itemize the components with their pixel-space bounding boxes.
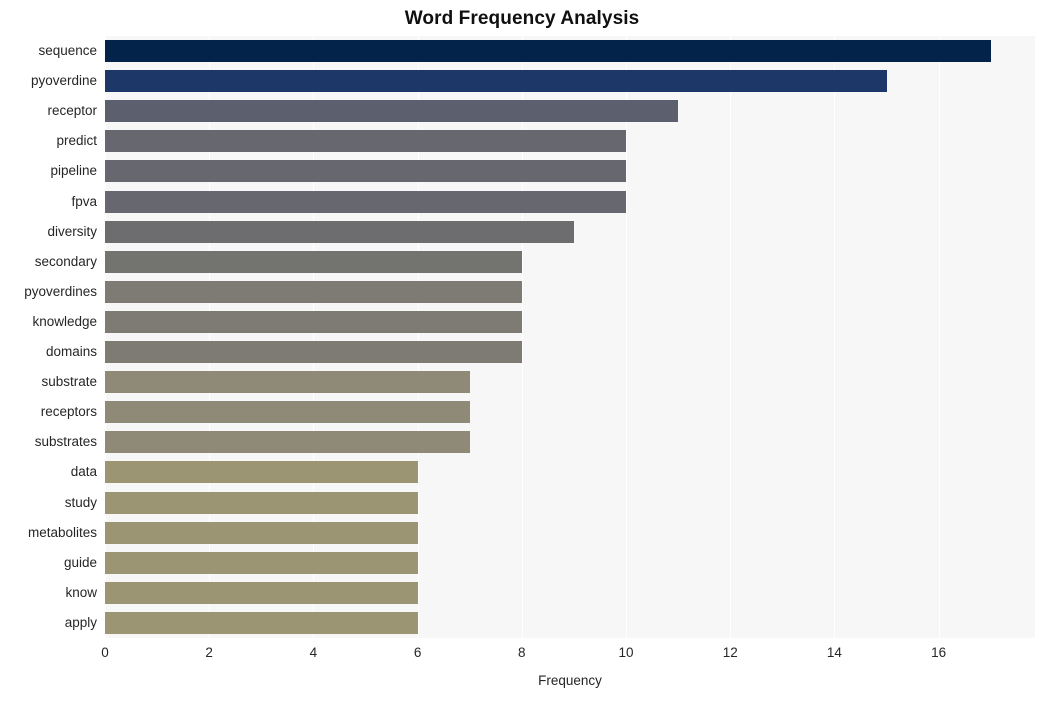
bar-fill (105, 461, 418, 484)
bar-know[interactable] (105, 581, 418, 604)
y-tick-label-substrates: substrates (34, 434, 97, 450)
bar-metabolites[interactable] (105, 521, 418, 544)
bar-fill (105, 611, 418, 634)
bar-fill (105, 280, 522, 303)
y-tick-label-secondary: secondary (34, 253, 97, 269)
bar-receptor[interactable] (105, 100, 679, 123)
y-tick-label-pyoverdines: pyoverdines (24, 283, 97, 299)
y-tick-label-data: data (70, 464, 97, 480)
bar-receptors[interactable] (105, 401, 470, 424)
bar-fpva[interactable] (105, 190, 626, 213)
x-tick-label-16: 16 (931, 645, 947, 660)
x-tick-label-10: 10 (618, 645, 634, 660)
bar-fill (105, 190, 626, 213)
bar-fill (105, 220, 574, 243)
bar-fill (105, 341, 522, 364)
bar-fill (105, 371, 470, 394)
x-tick-label-2: 2 (205, 645, 213, 660)
bar-substrate[interactable] (105, 371, 470, 394)
bar-pipeline[interactable] (105, 160, 626, 183)
x-tick-label-8: 8 (518, 645, 526, 660)
word-frequency-chart: Word Frequency Analysis sequence pyoverdi… (0, 0, 1044, 701)
x-axis-title: Frequency (538, 673, 602, 688)
y-tick-label-apply: apply (64, 614, 97, 630)
y-tick-label-fpva: fpva (71, 193, 97, 209)
x-axis-tick-labels: 0 2 4 6 8 10 12 14 16 (0, 643, 1044, 665)
bar-substrates[interactable] (105, 431, 470, 454)
y-tick-label-diversity: diversity (47, 223, 97, 239)
bar-fill (105, 551, 418, 574)
y-tick-label-substrate: substrate (41, 374, 97, 390)
bar-pyoverdine[interactable] (105, 70, 887, 93)
bar-fill (105, 130, 626, 153)
bar-predict[interactable] (105, 130, 626, 153)
bar-fill (105, 310, 522, 333)
bar-fill (105, 431, 470, 454)
bar-fill (105, 491, 418, 514)
bar-study[interactable] (105, 491, 418, 514)
y-axis-tick-labels: sequence pyoverdine receptor predict pipelin… (0, 36, 97, 638)
bar-guide[interactable] (105, 551, 418, 574)
bar-fill (105, 70, 887, 93)
y-tick-label-know: know (65, 584, 97, 600)
x-tick-label-6: 6 (413, 645, 422, 660)
bar-fill (105, 581, 418, 604)
y-tick-label-knowledge: knowledge (32, 313, 97, 329)
bars-layer (105, 36, 1035, 638)
bar-pyoverdines[interactable] (105, 280, 522, 303)
x-tick-label-0: 0 (101, 645, 109, 660)
bar-fill (105, 401, 470, 424)
y-tick-label-pipeline: pipeline (50, 163, 97, 179)
x-tick-label-4: 4 (309, 645, 318, 660)
bar-fill (105, 40, 991, 63)
bar-diversity[interactable] (105, 220, 574, 243)
bar-domains[interactable] (105, 341, 522, 364)
bar-secondary[interactable] (105, 250, 522, 273)
y-tick-label-pyoverdine: pyoverdine (30, 73, 97, 89)
bar-knowledge[interactable] (105, 310, 522, 333)
bar-fill (105, 521, 418, 544)
plot-area (105, 36, 1035, 638)
chart-title: Word Frequency Analysis (404, 8, 640, 29)
y-tick-label-domains: domains (45, 344, 97, 360)
bar-fill (105, 160, 626, 183)
y-tick-label-metabolites: metabolites (27, 524, 97, 540)
y-tick-label-predict: predict (56, 133, 97, 149)
y-tick-label-receptor: receptor (47, 103, 97, 119)
y-tick-label-sequence: sequence (38, 43, 97, 59)
bar-data[interactable] (105, 461, 418, 484)
x-tick-label-12: 12 (722, 645, 738, 660)
x-tick-label-14: 14 (826, 645, 842, 660)
bar-fill (105, 250, 522, 273)
y-tick-label-receptors: receptors (40, 404, 97, 420)
bar-apply[interactable] (105, 611, 418, 634)
bar-fill (105, 100, 679, 123)
y-tick-label-guide: guide (63, 554, 97, 570)
bar-sequence[interactable] (105, 40, 991, 63)
y-tick-label-study: study (64, 494, 97, 510)
